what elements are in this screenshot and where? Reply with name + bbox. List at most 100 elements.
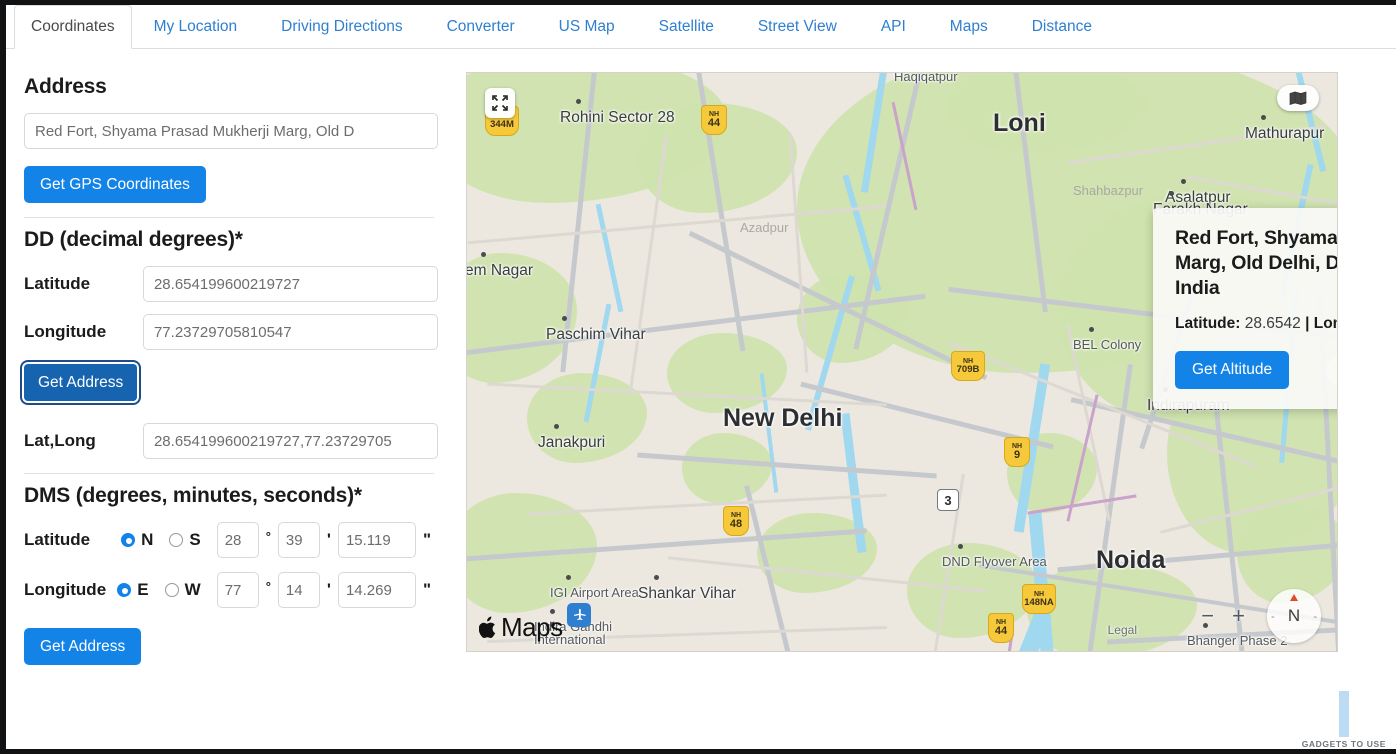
map-poi-dot	[1169, 191, 1174, 196]
map-place-label: Noida	[1096, 546, 1166, 574]
main-tab-bar: Coordinates My Location Driving Directions…	[6, 5, 1396, 49]
get-altitude-button[interactable]: Get Altitude	[1175, 350, 1290, 389]
map-place-label: Azadpur	[740, 220, 789, 235]
map-poi-dot	[654, 575, 659, 580]
shield-number: 9	[1013, 449, 1021, 461]
radio-south-icon[interactable]	[169, 533, 184, 547]
dd-latlong-label: Lat,Long	[24, 431, 96, 450]
get-address-dd-button[interactable]: Get Address	[24, 364, 138, 401]
highway-shield-icon: NH 709B	[951, 351, 985, 381]
dd-section-title: DD (decimal degrees)*	[24, 228, 243, 251]
dms-longitude-seconds-input[interactable]	[337, 572, 416, 608]
map-place-label: Shahbazpur	[1073, 183, 1144, 198]
tab-api[interactable]: API	[859, 5, 928, 48]
map-place-label: Bhanger Phase 2	[1187, 633, 1288, 648]
map-place-label: IGI Airport Area	[550, 585, 639, 600]
minute-symbol-lat: '	[326, 530, 331, 549]
map-info-popup[interactable]: × Red Fort, Shyama Prasad Mukherji Marg,…	[1153, 208, 1338, 409]
dd-latitude-row: Latitude	[20, 266, 438, 302]
dms-longitude-degrees-input[interactable]	[216, 572, 259, 608]
radio-north-label: N	[141, 530, 154, 549]
map-type-icon[interactable]	[1277, 85, 1319, 111]
get-address-dms-button[interactable]: Get Address	[24, 628, 142, 665]
fullscreen-icon[interactable]	[485, 88, 515, 118]
watermark-text: GADGETS TO USE	[1301, 739, 1386, 749]
dd-longitude-label: Longitude	[24, 322, 107, 341]
zoom-in-button[interactable]: +	[1232, 603, 1245, 629]
tab-us-map[interactable]: US Map	[537, 5, 637, 48]
dms-latitude-north-option[interactable]: N	[121, 530, 157, 550]
dms-longitude-west-option[interactable]: W	[164, 580, 205, 600]
highway-shield-icon: NH 48	[723, 506, 749, 536]
dms-section-title: DMS (degrees, minutes, seconds)*	[24, 484, 362, 507]
map-place-label: New Delhi	[723, 404, 843, 432]
divider-1	[24, 217, 434, 218]
dd-latitude-input[interactable]	[142, 266, 438, 302]
map-poi-dot	[958, 544, 963, 549]
shield-number: 148NA	[1024, 596, 1054, 608]
tab-my-location[interactable]: My Location	[132, 5, 260, 48]
map-container[interactable]: Haqiqatpur Loni Mathurapur Rohini Sector 28…	[466, 72, 1338, 652]
dms-longitude-minutes-input[interactable]	[277, 572, 320, 608]
page-root: Coordinates My Location Driving Directions…	[0, 0, 1396, 754]
highway-shield-icon: NH 44	[988, 613, 1014, 643]
radio-west-label: W	[184, 580, 201, 599]
dd-latlong-input[interactable]	[142, 423, 438, 459]
apple-maps-attribution: Maps	[479, 612, 563, 643]
highway-shield-icon: NH 9	[1004, 437, 1030, 467]
map-place-label: Rohini Sector 28	[560, 109, 675, 126]
tab-distance[interactable]: Distance	[1010, 5, 1114, 48]
shield-number: 709B	[956, 363, 980, 375]
tab-coordinates[interactable]: Coordinates	[14, 5, 132, 49]
dd-latlong-row: Lat,Long	[20, 423, 438, 459]
radio-south-label: S	[189, 530, 201, 549]
tab-satellite[interactable]: Satellite	[637, 5, 736, 48]
map-poi-dot	[566, 575, 571, 580]
map-place-label: Loni	[993, 109, 1046, 137]
watermark-bar	[1338, 691, 1349, 737]
compass-icon[interactable]: - - N	[1267, 589, 1321, 643]
address-section-title: Address	[24, 75, 107, 98]
address-input[interactable]	[24, 113, 438, 149]
radio-east-icon[interactable]	[117, 583, 132, 597]
dms-latitude-seconds-input[interactable]	[337, 522, 416, 558]
dd-longitude-input[interactable]	[142, 314, 438, 350]
degree-symbol-lat: °	[265, 528, 271, 544]
apple-logo-icon	[479, 616, 496, 638]
page-edge-left	[0, 0, 6, 754]
dms-latitude-row: Latitude N S ° ' "	[20, 522, 438, 558]
radio-north-icon[interactable]	[121, 533, 136, 547]
shield-number: 344M	[490, 118, 514, 130]
popup-coordinates: Latitude: 28.6542 | Longitude: 77.237297	[1175, 314, 1337, 333]
tab-driving-directions[interactable]: Driving Directions	[259, 5, 424, 48]
compass-tick-right: -	[1313, 611, 1317, 623]
popup-longitude-label: Longitude:	[1313, 314, 1337, 332]
shield-number: 44	[994, 625, 1008, 637]
shield-number: 48	[729, 518, 743, 530]
map-place-label: Mathurapur	[1245, 125, 1325, 142]
map-poi-dot	[1261, 115, 1266, 120]
get-gps-coordinates-button[interactable]: Get GPS Coordinates	[24, 166, 206, 203]
map-place-label: Paschim Vihar	[546, 326, 646, 343]
dms-latitude-minutes-input[interactable]	[277, 522, 320, 558]
dd-latitude-label: Latitude	[24, 274, 91, 293]
dms-latitude-label: Latitude	[24, 530, 91, 549]
tab-maps[interactable]: Maps	[928, 5, 1010, 48]
map-place-label: DND Flyover Area	[942, 554, 1047, 569]
legal-link[interactable]: Legal	[1108, 623, 1137, 637]
map-poi-dot	[576, 99, 581, 104]
popup-address-title: Red Fort, Shyama Prasad Mukherji Marg, O…	[1175, 227, 1338, 299]
second-symbol-lat: "	[422, 530, 431, 549]
radio-west-icon[interactable]	[164, 583, 179, 597]
zoom-out-button[interactable]: −	[1201, 603, 1214, 629]
dms-latitude-south-option[interactable]: S	[169, 530, 204, 550]
shield-number: 44	[707, 117, 721, 129]
map-poi-dot	[1181, 179, 1186, 184]
map-zoom-controls[interactable]: − +	[1201, 603, 1245, 629]
tab-converter[interactable]: Converter	[425, 5, 537, 48]
dms-longitude-east-option[interactable]: E	[117, 580, 152, 600]
radio-east-label: E	[137, 580, 149, 599]
airport-icon	[567, 603, 591, 627]
dms-latitude-degrees-input[interactable]	[216, 522, 259, 558]
tab-street-view[interactable]: Street View	[736, 5, 859, 48]
